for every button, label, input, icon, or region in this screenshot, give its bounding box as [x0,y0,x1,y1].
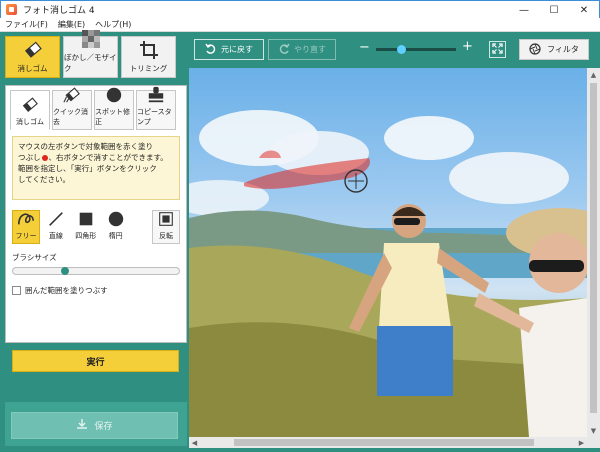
help-line-1: マウスの左ボタンで対象範囲を赤く塗り [18,142,153,151]
fill-enclosed-label: 囲んだ範囲を塗りつぶす [25,286,108,295]
scroll-up-icon[interactable]: ▲ [587,68,600,81]
shape-rectangle-label: 四角形 [75,232,97,240]
tool-tab-quick-erase-label: クイック消去 [53,108,88,126]
title-bar: フォト消しゴム 4 — ☐ ✕ [0,0,600,18]
top-toolbar: 元に戻す やり直す − + フィルタ [189,32,600,65]
redo-icon [278,43,290,57]
help-line-2: つぶし 、右ボタンで消すことができます。 [18,152,174,163]
filter-button[interactable]: フィルタ [519,39,589,60]
zoom-slider[interactable] [376,45,456,54]
freehand-icon [17,210,35,228]
scroll-down-icon[interactable]: ▼ [587,424,600,437]
stamp-icon [147,86,165,104]
photo [189,110,587,437]
shape-line-button[interactable]: 直線 [42,210,70,244]
filter-label: フィルタ [547,45,579,54]
tab-eraser-mode[interactable]: 消しゴム [5,36,60,78]
minimize-button[interactable]: — [509,1,539,19]
tool-tab-quick-erase[interactable]: クイック消去 [52,87,92,130]
tool-tabs: 消しゴム クイック消去 スポット修正 コピースタンプ [6,86,186,130]
vertical-scroll-thumb[interactable] [590,83,597,413]
shape-row: フリー 直線 四角形 楕円 反転 [12,210,181,244]
tool-tab-spot-fix[interactable]: スポット修正 [94,87,134,130]
eraser-icon [23,40,43,60]
brush-size-slider-knob[interactable] [61,267,69,275]
spot-fix-icon [105,86,123,104]
tab-mosaic-mode-label: ぼかし／モザイク [64,53,117,73]
tab-crop-mode-label: トリミング [129,64,168,73]
shape-rectangle-button[interactable]: 四角形 [72,210,100,244]
invert-label: 反転 [159,232,174,240]
tool-tab-stamp[interactable]: コピースタンプ [136,86,176,130]
save-label: 保存 [94,422,113,432]
rectangle-icon [77,210,95,228]
save-area: 保存 [5,402,187,446]
expand-icon [492,42,503,57]
tab-eraser-mode-label: 消しゴム [17,64,48,73]
help-line-4: してください。 [18,175,71,184]
invert-icon [157,210,175,228]
main-frame: 消しゴム ぼかし／モザイク トリミング 消しゴム クイック消去 スポット修正 コ… [0,30,600,452]
fill-enclosed-checkbox[interactable] [12,286,21,295]
shape-ellipse-label: 楕円 [108,232,123,240]
run-button[interactable]: 実行 [12,350,179,372]
menu-file[interactable]: ファイル(F) [0,19,53,30]
eraser-icon [21,96,39,114]
redo-button[interactable]: やり直す [268,39,336,60]
zoom-out-button[interactable]: − [359,41,370,55]
tab-crop-mode[interactable]: トリミング [121,36,176,78]
shape-freehand-label: フリー [15,232,37,240]
line-icon [47,210,65,228]
close-button[interactable]: ✕ [569,1,599,19]
mode-tabs: 消しゴム ぼかし／モザイク トリミング [5,30,187,78]
help-line-2-start: つぶし [18,153,41,162]
help-line-2-end: 、右ボタンで消すことができます。 [48,153,168,162]
image-canvas[interactable] [189,68,587,437]
tool-tab-spot-fix-label: スポット修正 [95,108,130,126]
invert-button[interactable]: 反転 [152,210,181,244]
save-button[interactable]: 保存 [11,412,178,439]
ellipse-icon [107,210,125,228]
fit-to-window-button[interactable] [489,41,506,58]
red-dot-icon [41,155,48,161]
brush-size-label: ブラシサイズ [12,253,57,262]
horizontal-scrollbar[interactable]: ◀ ▶ [189,437,587,448]
crop-icon [139,40,159,60]
zoom-slider-knob[interactable] [397,45,407,54]
help-text-box: マウスの左ボタンで対象範囲を赤く塗り つぶし 、右ボタンで消すことができます。 範… [12,136,180,200]
shape-line-label: 直線 [48,232,63,240]
aperture-icon [529,42,541,57]
tool-tab-stamp-label: コピースタンプ [137,108,172,126]
maximize-button[interactable]: ☐ [539,1,569,19]
app-icon [6,4,17,15]
undo-label: 元に戻す [221,45,253,54]
download-icon [76,418,88,433]
redo-label: やり直す [294,45,326,54]
tool-tab-eraser[interactable]: 消しゴム [10,90,50,130]
left-panel: 消しゴム ぼかし／モザイク トリミング 消しゴム クイック消去 スポット修正 コ… [5,30,187,446]
undo-button[interactable]: 元に戻す [194,39,264,60]
window-title: フォト消しゴム 4 [23,6,95,16]
undo-icon [205,43,217,57]
vertical-scrollbar[interactable]: ▲ ▼ [587,68,600,437]
tool-tab-eraser-label: 消しゴム [16,118,44,126]
fill-option-row: 囲んだ範囲を塗りつぶす [12,285,180,296]
shape-ellipse-button[interactable]: 楕円 [102,210,130,244]
zoom-in-button[interactable]: + [462,40,473,54]
horizontal-scroll-thumb[interactable] [234,439,534,446]
shape-freehand-button[interactable]: フリー [12,210,40,244]
scroll-corner [587,437,600,448]
tool-panel: 消しゴム クイック消去 スポット修正 コピースタンプ マウスの左ボタンで対象範囲… [5,85,187,343]
scroll-left-icon[interactable]: ◀ [189,437,200,448]
brush-size-slider[interactable] [12,267,180,275]
mosaic-icon [81,29,101,49]
quick-erase-icon [63,86,81,104]
scroll-right-icon[interactable]: ▶ [576,437,587,448]
help-line-3: 範囲を指定し、「実行」ボタンをクリック [18,164,157,173]
tab-mosaic-mode[interactable]: ぼかし／モザイク [63,30,118,78]
